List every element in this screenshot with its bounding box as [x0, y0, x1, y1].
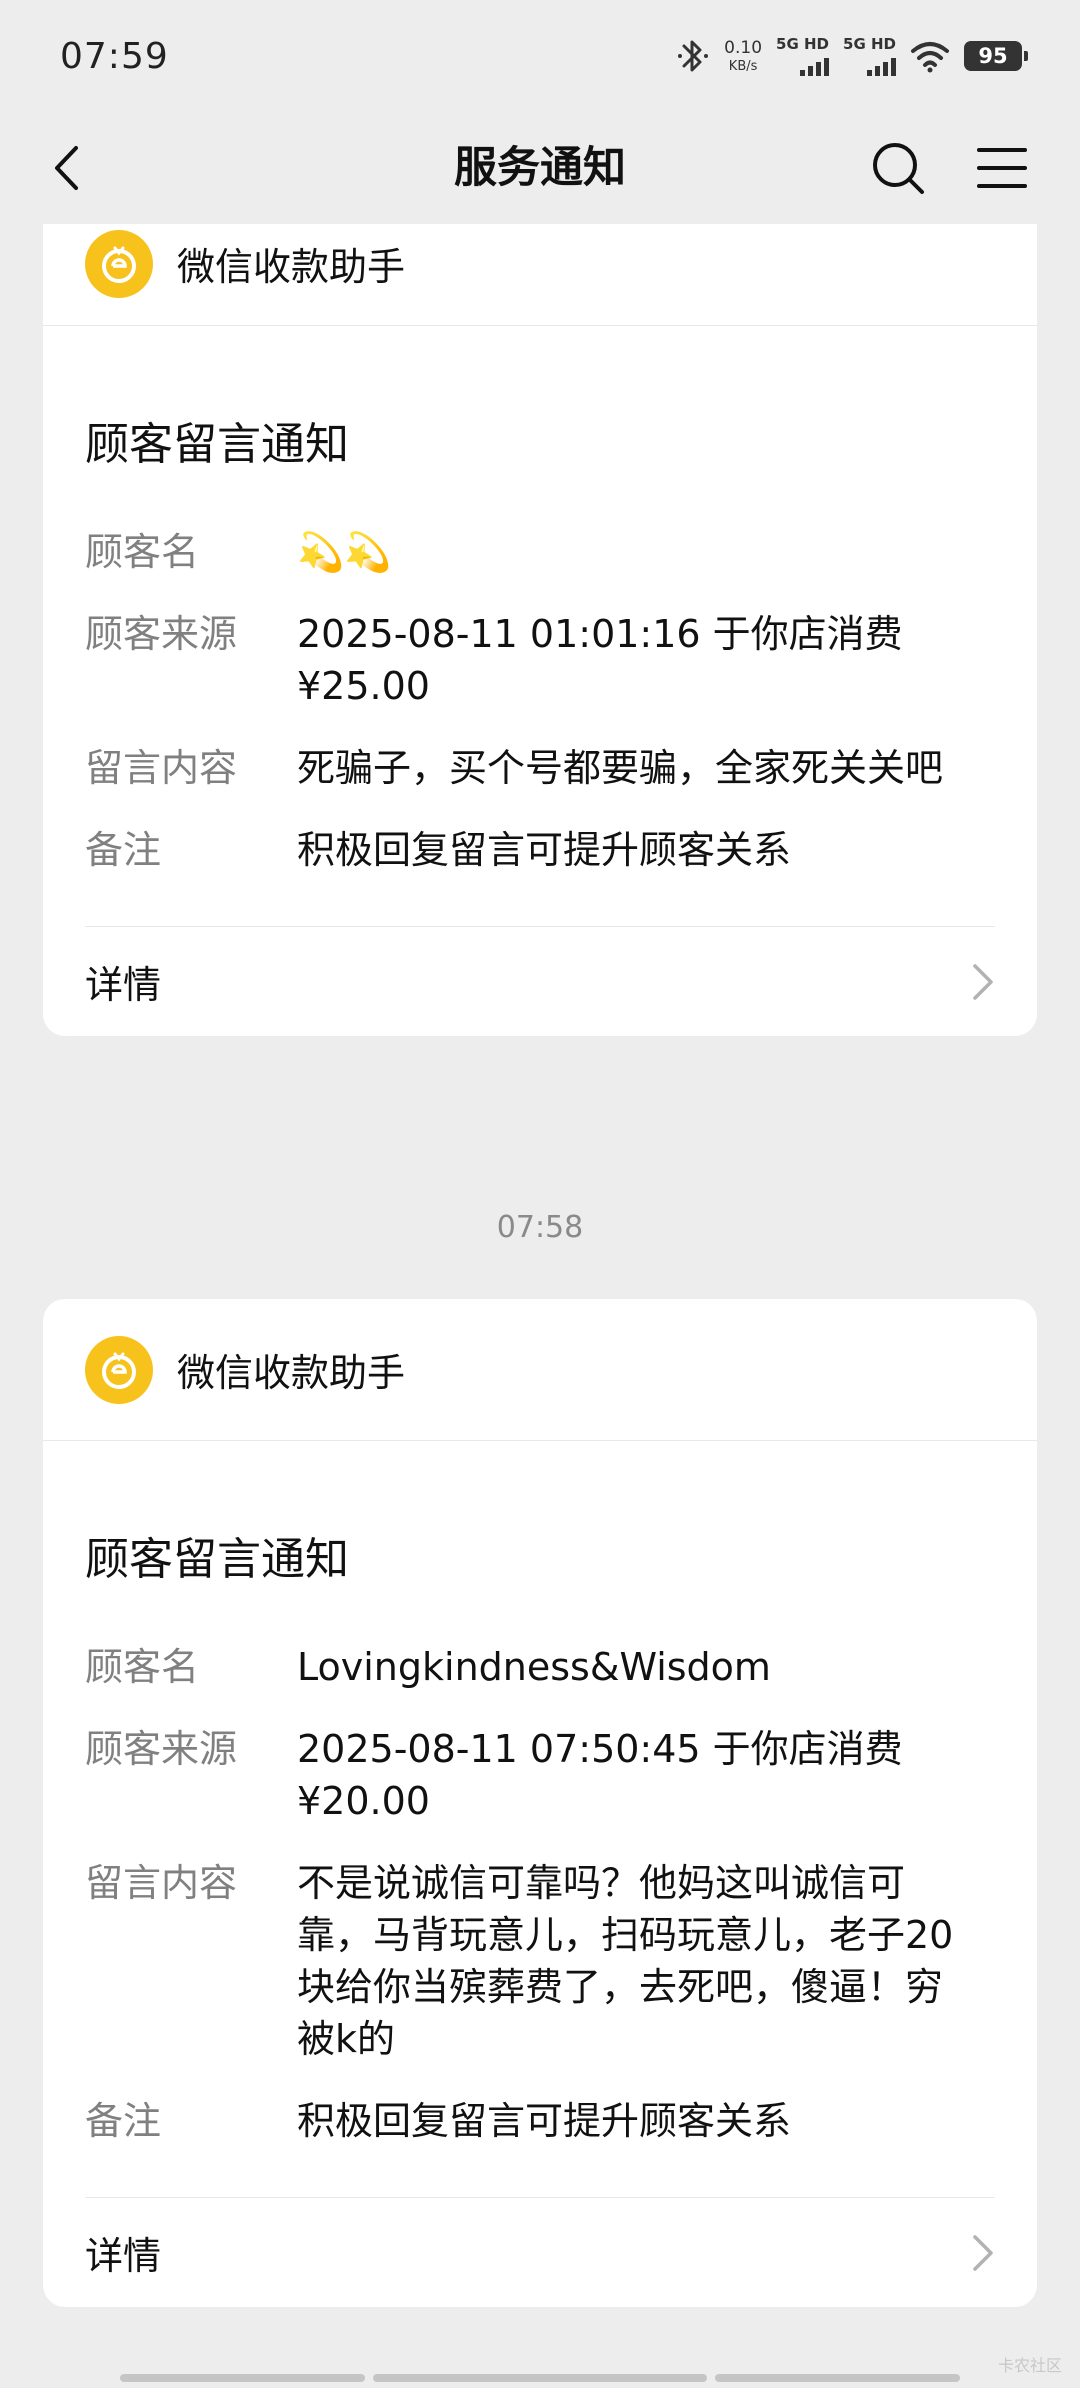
- field-value: 💫💫: [297, 530, 392, 574]
- search-button[interactable]: [866, 136, 930, 200]
- search-icon: [873, 143, 924, 194]
- signal-1-bars-icon: [800, 56, 830, 76]
- field-label: 留言内容: [85, 1861, 238, 1905]
- field-label: 备注: [85, 828, 162, 872]
- field-remark: 备注 积极回复留言可提升顾客关系: [85, 824, 995, 876]
- status-bar: 07:59 0.10 KB/s 5G HD 5G HD 95: [0, 0, 1080, 112]
- menu-button[interactable]: [972, 138, 1032, 198]
- watermark: 卡农社区: [997, 2356, 1062, 2375]
- signal-1-label: 5G HD: [776, 34, 830, 53]
- wifi-icon: [911, 42, 949, 73]
- card-body: 顾客留言通知 顾客名 Lovingkindness&Wisdom 顾客来源 20…: [43, 1441, 1037, 2307]
- field-value: 不是说诚信可靠吗？他妈这叫诚信可靠，马背玩意儿，扫码玩意儿，老子20块给你当殡葬…: [297, 1861, 954, 2061]
- field-label: 留言内容: [85, 746, 238, 790]
- payment-assistant-logo-icon: [85, 1335, 153, 1404]
- message-list[interactable]: 微信收款助手 顾客留言通知 顾客名 💫💫 顾客来源 2025-08-11 01:…: [0, 224, 1080, 2388]
- status-time: 07:59: [60, 35, 169, 77]
- network-speed: 0.10 KB/s: [724, 37, 763, 74]
- bluetooth-icon: [678, 40, 709, 72]
- field-value: 2025-08-11 01:01:16 于你店消费¥25.00: [297, 612, 903, 708]
- signal-2-bars-icon: [867, 56, 896, 76]
- card-header[interactable]: 微信收款助手: [43, 224, 1037, 326]
- field-customer-name: 顾客名 Lovingkindness&Wisdom: [85, 1641, 995, 1693]
- field-message-content: 留言内容 不是说诚信可靠吗？他妈这叫诚信可靠，马背玩意儿，扫码玩意儿，老子20块…: [85, 1857, 995, 2065]
- field-value: 积极回复留言可提升顾客关系: [297, 2099, 792, 2143]
- app-name: 微信收款助手: [177, 245, 406, 289]
- menu-icon: [977, 148, 1027, 188]
- signal-2: 5G HD: [843, 34, 896, 76]
- battery-icon: 95: [964, 41, 1028, 71]
- card-body: 顾客留言通知 顾客名 💫💫 顾客来源 2025-08-11 01:01:16 于…: [43, 326, 1037, 1036]
- signal-1: 5G HD: [776, 34, 830, 76]
- notice-title: 顾客留言通知: [85, 1534, 349, 1585]
- message-timestamp: 07:58: [496, 1210, 584, 1245]
- screen: 07:59 0.10 KB/s 5G HD 5G HD 95 服务通知 微信收款…: [0, 0, 1080, 2388]
- field-value: 积极回复留言可提升顾客关系: [297, 828, 792, 872]
- notice-title: 顾客留言通知: [85, 419, 349, 470]
- field-value: 2025-08-11 07:50:45 于你店消费¥20.00: [297, 1727, 903, 1823]
- field-value: Lovingkindness&Wisdom: [297, 1645, 771, 1689]
- app-name: 微信收款助手: [177, 1351, 406, 1395]
- field-label: 顾客名: [85, 1645, 200, 1689]
- details-label: 详情: [85, 2234, 162, 2278]
- network-speed-value: 0.10: [724, 37, 763, 58]
- gesture-bar: [120, 2374, 960, 2382]
- field-customer-source: 顾客来源 2025-08-11 01:01:16 于你店消费¥25.00: [85, 608, 995, 712]
- payment-assistant-logo-icon: [85, 229, 153, 298]
- field-label: 顾客名: [85, 530, 200, 574]
- status-icons: 0.10 KB/s 5G HD 5G HD 95: [676, 34, 1028, 76]
- field-label: 顾客来源: [85, 1727, 238, 1771]
- field-remark: 备注 积极回复留言可提升顾客关系: [85, 2095, 995, 2147]
- details-link[interactable]: 详情: [85, 2197, 995, 2307]
- network-speed-unit: KB/s: [728, 58, 758, 74]
- field-customer-source: 顾客来源 2025-08-11 07:50:45 于你店消费¥20.00: [85, 1723, 995, 1827]
- chevron-right-icon: [973, 963, 993, 1000]
- notification-card: 微信收款助手 顾客留言通知 顾客名 💫💫 顾客来源 2025-08-11 01:…: [43, 224, 1037, 1036]
- details-label: 详情: [85, 963, 162, 1007]
- field-message-content: 留言内容 死骗子，买个号都要骗，全家死关关吧: [85, 742, 995, 794]
- chevron-right-icon: [973, 2234, 993, 2271]
- signal-2-label: 5G HD: [843, 34, 896, 53]
- field-customer-name: 顾客名 💫💫: [85, 526, 995, 578]
- field-label: 备注: [85, 2099, 162, 2143]
- card-header[interactable]: 微信收款助手: [43, 1299, 1037, 1441]
- battery-level: 95: [978, 44, 1008, 68]
- field-label: 顾客来源: [85, 612, 238, 656]
- notification-card: 微信收款助手 顾客留言通知 顾客名 Lovingkindness&Wisdom …: [43, 1299, 1037, 2307]
- field-value: 死骗子，买个号都要骗，全家死关关吧: [297, 746, 944, 790]
- details-link[interactable]: 详情: [85, 926, 995, 1036]
- nav-bar: 服务通知: [0, 112, 1080, 224]
